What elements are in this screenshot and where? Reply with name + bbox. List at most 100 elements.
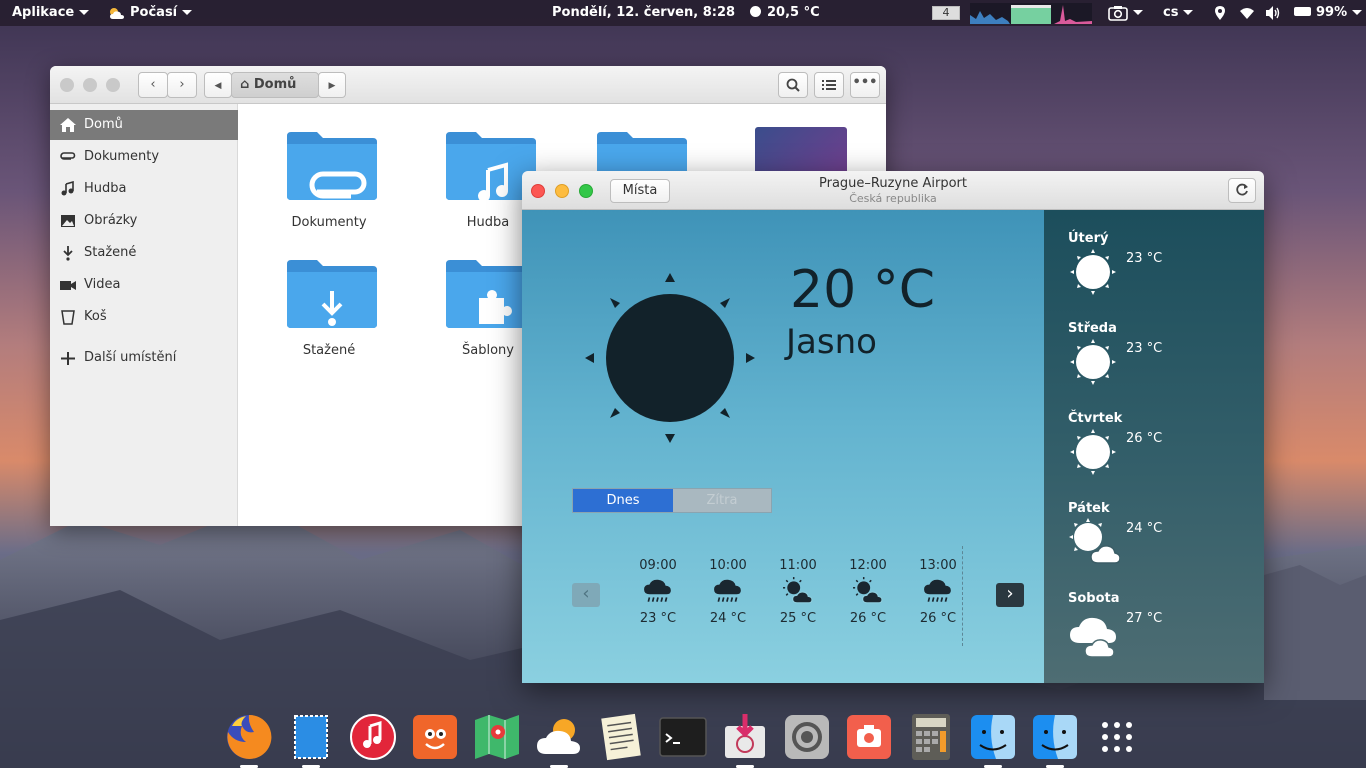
screenshot-indicator[interactable] xyxy=(1108,0,1143,26)
chevron-down-icon xyxy=(79,10,90,15)
dock-item[interactable] xyxy=(1030,712,1080,762)
weather-cloud-sun-icon xyxy=(110,7,124,19)
folder-item[interactable] xyxy=(597,132,687,172)
folder-label: Dokumenty xyxy=(291,215,367,230)
temperature-indicator[interactable]: 20,5 °C xyxy=(750,0,820,26)
weather-indicator[interactable]: Počasí xyxy=(108,0,193,26)
daily-forecast-item: Pátek 24 °C xyxy=(1068,501,1258,591)
dock-item[interactable] xyxy=(720,712,770,762)
folder-item[interactable]: Stažené xyxy=(279,260,379,370)
sidebar-item-4[interactable]: Stažené xyxy=(50,238,238,268)
refresh-button[interactable] xyxy=(1228,178,1256,203)
minimize-button[interactable] xyxy=(83,78,97,92)
sidebar-item-0[interactable]: Domů xyxy=(50,110,238,140)
hour-time: 11:00 xyxy=(779,558,817,573)
current-temperature: 20 °C xyxy=(790,260,936,320)
dock-item[interactable] xyxy=(844,712,894,762)
dock-item[interactable] xyxy=(906,712,956,762)
forecast-day: Středa xyxy=(1068,321,1117,336)
path-back-button[interactable]: ◀ xyxy=(204,72,232,98)
system-monitor-graph[interactable] xyxy=(970,3,1092,24)
dock-item[interactable] xyxy=(658,712,708,762)
path-bar-home[interactable]: ⌂ Domů xyxy=(231,72,319,98)
cloud-sun-icon xyxy=(853,577,883,604)
sidebar-item-label: Domů xyxy=(84,117,123,132)
sidebar-item-7[interactable]: Další umístění xyxy=(50,343,238,373)
back-button[interactable]: ‹ xyxy=(138,72,168,98)
path-forward-button[interactable]: ▶ xyxy=(318,72,346,98)
keyboard-layout-indicator[interactable]: cs xyxy=(1163,0,1194,26)
gimp-icon xyxy=(413,715,457,759)
places-sidebar: Domů Dokumenty Hudba Obrázky Stažené Videa Koš… xyxy=(50,104,238,526)
sidebar-item-5[interactable]: Videa xyxy=(50,270,238,300)
hourly-next-button[interactable]: › xyxy=(996,583,1024,607)
sidebar-item-2[interactable]: Hudba xyxy=(50,174,238,204)
daily-forecast-item: Čtvrtek 26 °C xyxy=(1068,411,1258,501)
dock-item[interactable] xyxy=(1092,712,1142,762)
file-manager-headerbar: ‹ › ◀ ⌂ Domů ▶ ••• xyxy=(50,66,886,104)
large-sun-icon xyxy=(585,273,755,443)
workspace-indicator[interactable]: 4 xyxy=(932,6,960,20)
dock-item[interactable] xyxy=(348,712,398,762)
weather-app-icon xyxy=(537,719,580,754)
dock-item[interactable] xyxy=(410,712,460,762)
hour-temp: 23 °C xyxy=(639,611,677,626)
dock-item[interactable] xyxy=(224,712,274,762)
sidebar-item-label: Videa xyxy=(84,277,121,292)
chevron-right-icon: › xyxy=(179,77,185,92)
battery-indicator[interactable]: 99% xyxy=(1294,0,1363,26)
dock-item[interactable] xyxy=(968,712,1018,762)
terminal-icon xyxy=(659,717,707,757)
hour-temp: 25 °C xyxy=(779,611,817,626)
camera-icon xyxy=(1108,5,1128,21)
clock[interactable]: Pondělí, 12. červen, 8:28 xyxy=(552,0,735,26)
chevron-down-icon xyxy=(182,10,193,15)
chevron-left-icon: ‹ xyxy=(150,77,156,92)
applications-menu[interactable]: Aplikace xyxy=(12,0,90,26)
dock-item[interactable] xyxy=(286,712,336,762)
music-player-icon xyxy=(350,714,396,760)
tab-tomorrow[interactable]: Zítra xyxy=(673,489,771,512)
more-options-button[interactable]: ••• xyxy=(850,72,880,98)
plus-icon xyxy=(61,352,75,365)
forecast-temp: 26 °C xyxy=(1126,431,1163,446)
firefox-icon xyxy=(227,714,272,759)
folder-item[interactable]: Dokumenty xyxy=(279,132,379,242)
sidebar-item-label: Stažené xyxy=(84,245,137,260)
maximize-button[interactable] xyxy=(106,78,120,92)
home-icon xyxy=(60,118,76,132)
hour-time: 12:00 xyxy=(849,558,887,573)
window-subtitle: Česká republika xyxy=(849,192,937,205)
settings-icon xyxy=(785,715,829,759)
trash-icon xyxy=(61,310,75,325)
app-grid-icon xyxy=(1102,722,1132,752)
forecast-temp: 27 °C xyxy=(1126,611,1163,626)
view-list-button[interactable] xyxy=(814,72,844,98)
mail-icon xyxy=(294,715,328,759)
dock-item[interactable] xyxy=(534,712,584,762)
sidebar-item-label: Dokumenty xyxy=(84,149,160,164)
search-button[interactable] xyxy=(778,72,808,98)
dock-item[interactable] xyxy=(782,712,832,762)
sun-icon xyxy=(1070,429,1116,475)
dock-item[interactable] xyxy=(596,712,646,762)
sidebar-item-1[interactable]: Dokumenty xyxy=(50,142,238,172)
close-button[interactable] xyxy=(60,78,74,92)
hour-temp: 24 °C xyxy=(709,611,747,626)
forecast-day: Pátek xyxy=(1068,501,1110,516)
sidebar-item-3[interactable]: Obrázky xyxy=(50,206,238,236)
volume-icon[interactable] xyxy=(1266,6,1281,20)
sidebar-item-label: Další umístění xyxy=(84,350,177,365)
search-icon xyxy=(786,78,800,92)
hourly-prev-button[interactable]: ‹ xyxy=(572,583,600,607)
dock-item[interactable] xyxy=(472,712,522,762)
tab-today[interactable]: Dnes xyxy=(573,489,673,512)
sidebar-item-6[interactable]: Koš xyxy=(50,302,238,332)
forward-button[interactable]: › xyxy=(167,72,197,98)
wifi-icon[interactable] xyxy=(1240,7,1254,19)
music-note-icon xyxy=(61,181,74,196)
hour-temp: 26 °C xyxy=(849,611,887,626)
location-icon[interactable] xyxy=(1214,6,1226,20)
refresh-icon xyxy=(1236,183,1248,196)
text-editor-icon xyxy=(601,713,641,761)
